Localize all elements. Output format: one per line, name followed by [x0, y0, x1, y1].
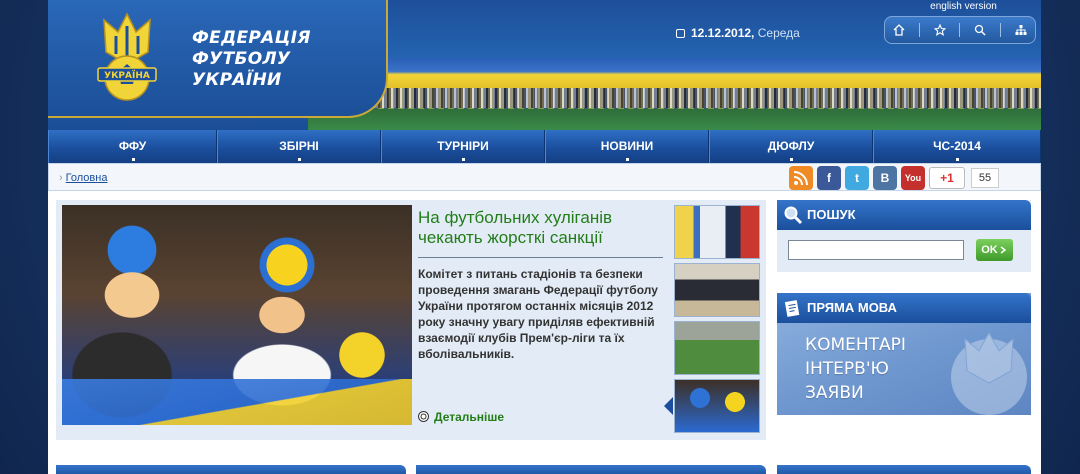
notepad-icon — [784, 300, 800, 317]
interview-link[interactable]: ІНТЕРВ'Ю — [805, 357, 906, 381]
youtube-icon[interactable]: You — [901, 166, 925, 190]
featured-news-photo[interactable] — [62, 205, 412, 425]
site-header: УКРАЇНА ФЕДЕРАЦІЯ ФУТБОЛУ УКРАЇНИ 12.12.… — [48, 0, 1041, 130]
statements-link[interactable]: ЗАЯВИ — [805, 381, 906, 405]
star-icon[interactable] — [932, 22, 948, 38]
direct-speech-title: ПРЯМА МОВА — [777, 293, 1031, 323]
federation-name-line-1: ФЕДЕРАЦІЯ — [192, 28, 311, 48]
news-headline[interactable]: На футбольних хуліганів чекають жорсткі … — [418, 208, 663, 248]
federation-name[interactable]: ФЕДЕРАЦІЯ ФУТБОЛУ УКРАЇНИ — [192, 28, 311, 91]
nav-item-national-teams[interactable]: ЗБІРНІ — [217, 130, 381, 163]
bottom-panel-tab — [777, 465, 1031, 474]
news-thumbnail[interactable] — [674, 205, 760, 259]
rss-icon[interactable] — [789, 166, 813, 190]
direct-speech-panel: ПРЯМА МОВА КОМЕНТАРІ ІНТЕРВ'Ю ЗАЯВИ — [777, 293, 1031, 415]
direct-speech-links: КОМЕНТАРІ ІНТЕРВ'Ю ЗАЯВИ — [805, 333, 906, 405]
twitter-icon[interactable]: t — [845, 166, 869, 190]
date-value: 12.12.2012, — [691, 26, 755, 40]
news-thumbnail[interactable] — [674, 321, 760, 375]
search-ok-label: OK — [981, 244, 998, 256]
weekday-value: Середа — [757, 26, 800, 40]
home-icon[interactable] — [891, 22, 907, 38]
read-more-link[interactable]: Детальніше — [418, 410, 504, 424]
featured-news: На футбольних хуліганів чекають жорсткі … — [56, 200, 766, 440]
vkontakte-icon[interactable]: B — [873, 166, 897, 190]
facebook-icon[interactable]: f — [817, 166, 841, 190]
google-plus-button[interactable]: +1 — [929, 167, 965, 189]
headline-divider — [418, 257, 663, 258]
ffu-watermark-icon — [951, 331, 1027, 415]
header-toolbar — [884, 16, 1036, 44]
toolbar-separator — [959, 23, 961, 37]
nav-item-ffu[interactable]: ФФУ — [48, 130, 217, 163]
nav-item-tournaments[interactable]: ТУРНІРИ — [381, 130, 545, 163]
nav-item-news[interactable]: НОВИНИ — [545, 130, 709, 163]
news-summary: Комітет з питань стадіонів та безпеки пр… — [418, 267, 658, 361]
emblem-text: УКРАЇНА — [104, 70, 150, 81]
thumb-pointer-icon — [664, 397, 673, 415]
calendar-icon — [676, 29, 685, 38]
news-thumbnails — [674, 205, 760, 437]
breadcrumb-bar: Головна f t B You +1 55 — [48, 163, 1041, 191]
page: УКРАЇНА ФЕДЕРАЦІЯ ФУТБОЛУ УКРАЇНИ 12.12.… — [48, 0, 1041, 474]
toolbar-separator — [918, 23, 920, 37]
magnifier-icon — [784, 206, 803, 225]
google-plus-count: 55 — [971, 168, 999, 188]
federation-name-line-3: УКРАЇНИ — [192, 70, 282, 90]
flag-band — [308, 58, 1041, 88]
news-thumbnail[interactable] — [674, 263, 760, 317]
ffu-emblem-icon[interactable]: УКРАЇНА — [92, 12, 162, 104]
crowd-stripe — [308, 88, 1041, 108]
search-panel-title: ПОШУК — [777, 200, 1031, 230]
nav-item-wc-2014[interactable]: ЧС-2014 — [873, 130, 1041, 163]
breadcrumb-home-link[interactable]: Головна — [59, 172, 108, 184]
nav-item-dyuflu[interactable]: ДЮФЛУ — [709, 130, 873, 163]
search-input[interactable] — [788, 240, 964, 260]
search-title-text: ПОШУК — [807, 207, 856, 222]
logo-panel[interactable]: УКРАЇНА ФЕДЕРАЦІЯ ФУТБОЛУ УКРАЇНИ — [48, 0, 388, 118]
toolbar-separator — [1000, 23, 1002, 37]
google-plus-label: +1 — [940, 171, 954, 185]
photo-flag — [62, 379, 412, 425]
main-nav: ФФУ ЗБІРНІ ТУРНІРИ НОВИНИ ДЮФЛУ ЧС-2014 — [48, 130, 1041, 163]
federation-name-line-2: ФУТБОЛУ — [192, 49, 291, 69]
arrow-right-icon — [1000, 246, 1006, 254]
current-date: 12.12.2012, Середа — [676, 26, 800, 40]
search-icon[interactable] — [972, 22, 988, 38]
english-version-link[interactable]: english version — [886, 0, 1041, 14]
news-thumbnail[interactable] — [674, 379, 760, 433]
search-panel: ПОШУК OK — [777, 200, 1031, 272]
sitemap-icon[interactable] — [1013, 22, 1029, 38]
social-links: f t B You +1 55 — [789, 166, 999, 190]
bottom-panel-tab — [416, 465, 766, 474]
bottom-panel-tab — [56, 465, 406, 474]
stadium-banner — [308, 58, 1041, 130]
direct-speech-title-text: ПРЯМА МОВА — [807, 300, 897, 315]
search-ok-button[interactable]: OK — [976, 239, 1013, 261]
comments-link[interactable]: КОМЕНТАРІ — [805, 333, 906, 357]
